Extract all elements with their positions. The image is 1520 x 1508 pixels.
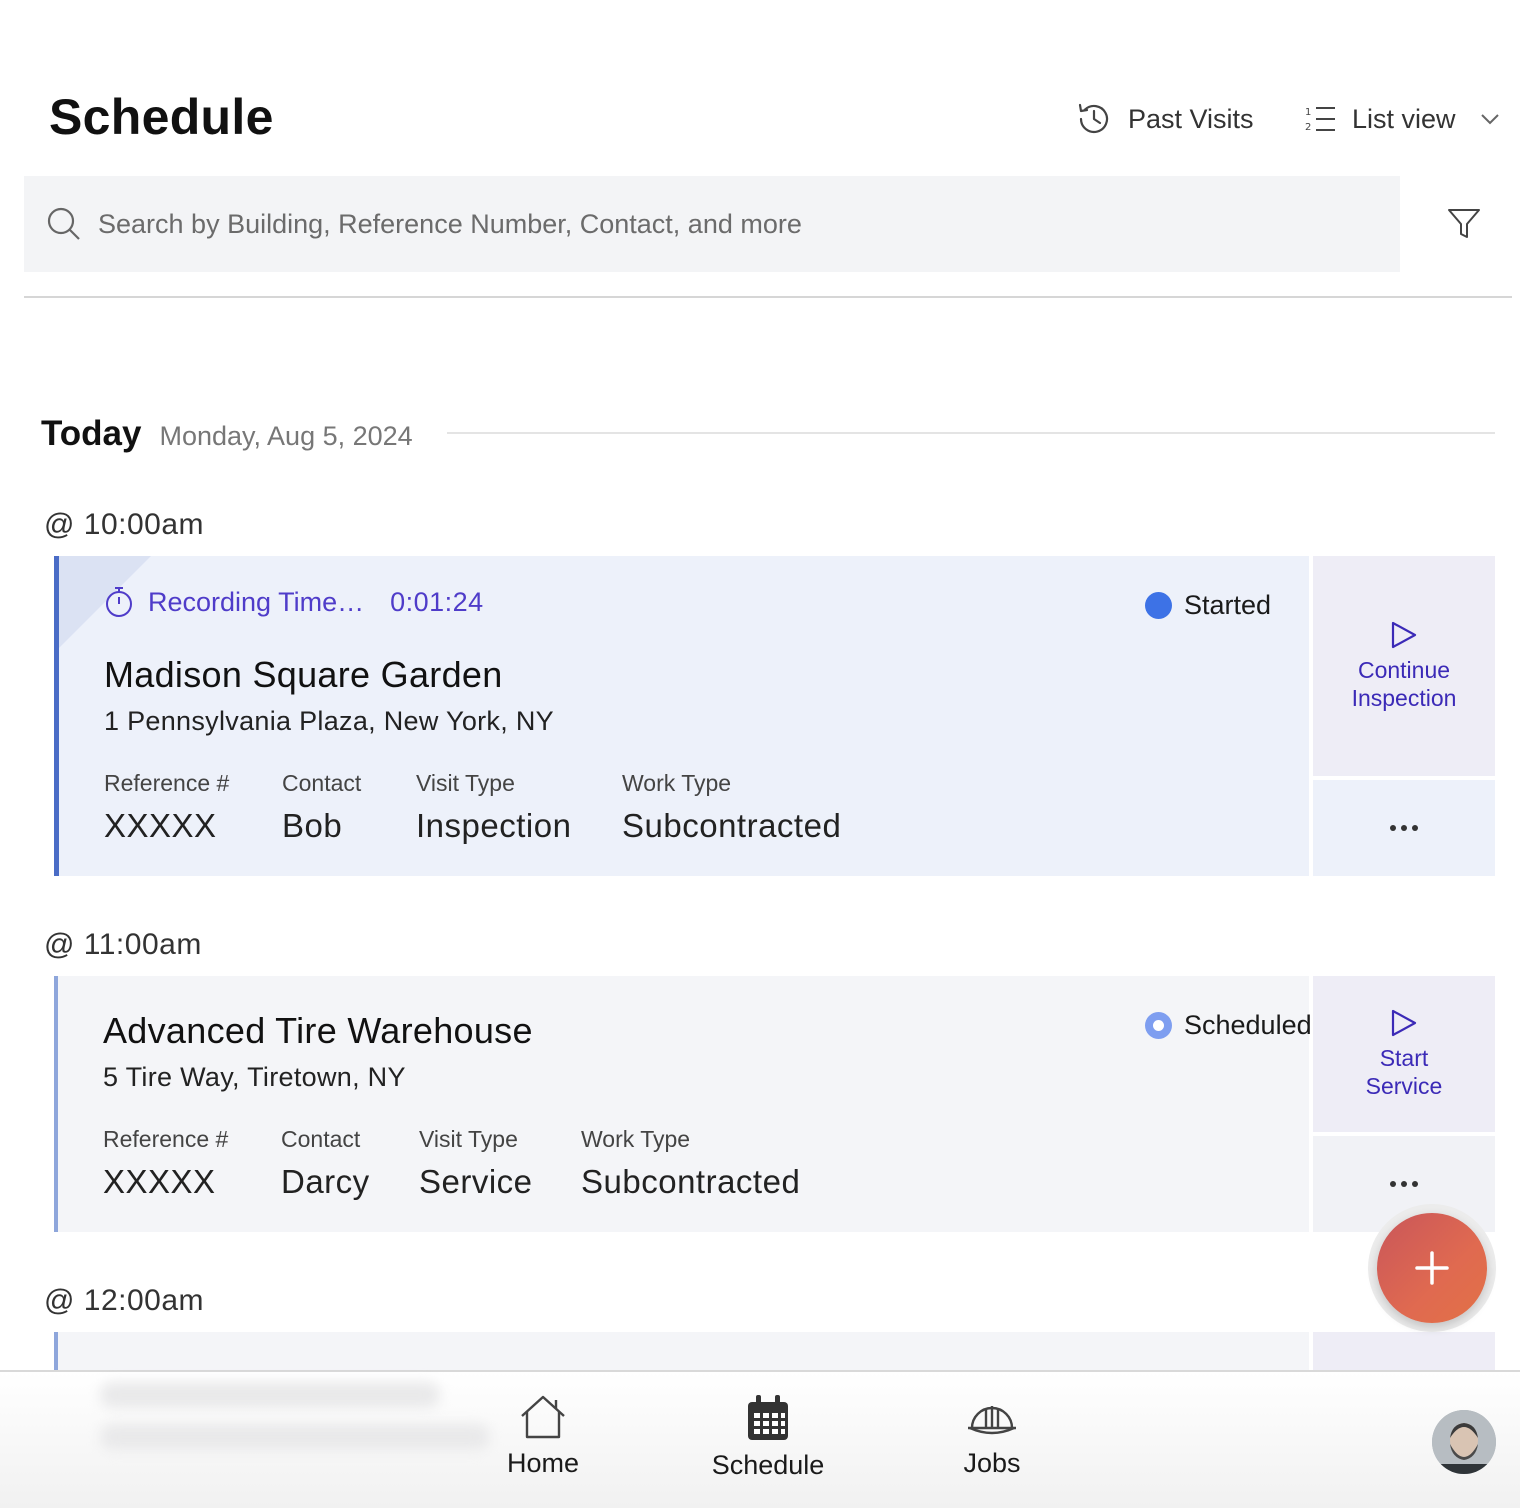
search-bar: [24, 176, 1400, 272]
continue-inspection-button[interactable]: Continue Inspection: [1313, 556, 1495, 776]
recording-timer: 0:01:24: [390, 586, 484, 617]
home-icon: [521, 1395, 565, 1439]
play-icon: [1391, 1009, 1417, 1037]
visit-type-value: Inspection: [416, 807, 572, 844]
visit-type-label: Visit Type: [416, 770, 515, 796]
reference-value: XXXXX: [104, 807, 217, 844]
divider: [24, 296, 1512, 298]
nav-jobs[interactable]: Jobs: [902, 1394, 1082, 1479]
page-title: Schedule: [49, 89, 274, 145]
nav-home[interactable]: Home: [453, 1394, 633, 1479]
svg-text:2: 2: [1305, 122, 1311, 133]
action-line-1: Start: [1379, 1045, 1429, 1071]
contact-label: Contact: [282, 770, 362, 796]
reference-label: Reference #: [103, 1126, 229, 1152]
action-line-2: Inspection: [1351, 685, 1457, 711]
header: Schedule Past Visits 1 2 List view: [0, 0, 1520, 170]
visit-type-field: Visit Type Inspection: [416, 770, 571, 845]
action-line-2: Service: [1365, 1073, 1443, 1099]
nav-schedule[interactable]: Schedule: [678, 1394, 858, 1481]
visit-time: @ 10:00am: [44, 508, 205, 541]
work-type-field: Work Type Subcontracted: [622, 770, 841, 845]
building-name: Advanced Tire Warehouse: [103, 1010, 533, 1051]
list-view-label: List view: [1352, 103, 1456, 134]
calendar-icon: [748, 1395, 788, 1440]
filter-icon: [1448, 209, 1480, 238]
ellipsis-icon: [1390, 825, 1418, 831]
building-address: 1 Pennsylvania Plaza, New York, NY: [104, 706, 554, 736]
building-name: Madison Square Garden: [104, 654, 503, 695]
visit-card-scheduled[interactable]: Scheduled Advanced Tire Warehouse 5 Tire…: [54, 976, 1312, 1232]
user-avatar-icon: [1432, 1410, 1496, 1474]
recording-label: Recording Time…: [148, 586, 365, 617]
work-type-label: Work Type: [622, 770, 732, 796]
search-input[interactable]: [98, 208, 1298, 240]
numbered-list-icon: 1 2: [1305, 107, 1335, 133]
visit-type-label: Visit Type: [419, 1126, 518, 1152]
hard-hat-icon: [968, 1406, 1016, 1435]
nav-schedule-label: Schedule: [711, 1450, 825, 1480]
play-icon: [1391, 621, 1417, 649]
search-icon: [47, 207, 80, 240]
status-dot: [1145, 592, 1172, 619]
status-badge: Scheduled: [1145, 1010, 1313, 1041]
status-badge: Started: [1145, 590, 1271, 621]
reference-value: XXXXX: [103, 1163, 216, 1200]
building-address: 5 Tire Way, Tiretown, NY: [103, 1062, 406, 1092]
visit-type-value: Service: [419, 1163, 533, 1200]
day-heading: Today Monday, Aug 5, 2024: [41, 414, 413, 454]
nav-home-label: Home: [506, 1448, 580, 1478]
status-label: Scheduled: [1184, 1010, 1312, 1040]
blurred-content: [100, 1382, 440, 1408]
filter-button[interactable]: [1446, 206, 1482, 242]
blurred-content: [100, 1424, 490, 1450]
visit-time: @ 12:00am: [44, 1284, 205, 1317]
day-divider: [447, 432, 1495, 434]
nav-jobs-label: Jobs: [963, 1448, 1021, 1478]
plus-icon: [1415, 1251, 1449, 1285]
contact-value: Bob: [282, 807, 343, 844]
stopwatch-icon: [106, 587, 132, 617]
svg-text:1: 1: [1305, 107, 1311, 118]
reference-field: Reference # XXXXX: [104, 770, 229, 845]
contact-field: Contact Darcy: [281, 1126, 370, 1201]
ellipsis-icon: [1390, 1181, 1418, 1187]
contact-field: Contact Bob: [282, 770, 361, 845]
visit-type-field: Visit Type Service: [419, 1126, 533, 1201]
bottom-navigation: Home Schedule Jobs: [0, 1370, 1520, 1508]
work-type-label: Work Type: [581, 1126, 691, 1152]
history-icon: [1078, 103, 1109, 134]
day-date: Monday, Aug 5, 2024: [159, 421, 413, 451]
visit-card-started[interactable]: Recording Time… 0:01:24 Started Madison …: [54, 556, 1309, 876]
action-line-1: Continue: [1357, 657, 1451, 683]
past-visits-label: Past Visits: [1128, 103, 1254, 134]
visit-time: @ 11:00am: [44, 928, 202, 961]
contact-label: Contact: [281, 1126, 361, 1152]
chevron-down-icon: [1480, 114, 1499, 125]
contact-value: Darcy: [281, 1163, 370, 1200]
work-type-field: Work Type Subcontracted: [581, 1126, 800, 1201]
work-type-value: Subcontracted: [622, 807, 842, 844]
list-view-dropdown[interactable]: 1 2 List view: [1304, 100, 1500, 138]
recording-indicator: Recording Time… 0:01:24: [104, 586, 484, 618]
status-dot: [1145, 1012, 1172, 1039]
reference-field: Reference # XXXXX: [103, 1126, 228, 1201]
start-service-button[interactable]: [1313, 1332, 1495, 1372]
visit-card-scheduled[interactable]: [54, 1332, 1309, 1372]
status-label: Started: [1184, 590, 1272, 620]
day-label: Today: [41, 414, 142, 453]
start-service-button[interactable]: Start Service: [1313, 976, 1495, 1132]
more-options-button[interactable]: [1313, 780, 1495, 876]
add-visit-button[interactable]: [1377, 1213, 1487, 1323]
work-type-value: Subcontracted: [581, 1163, 801, 1200]
avatar[interactable]: [1432, 1410, 1496, 1474]
past-visits-button[interactable]: Past Visits: [1076, 100, 1254, 138]
reference-label: Reference #: [104, 770, 230, 796]
